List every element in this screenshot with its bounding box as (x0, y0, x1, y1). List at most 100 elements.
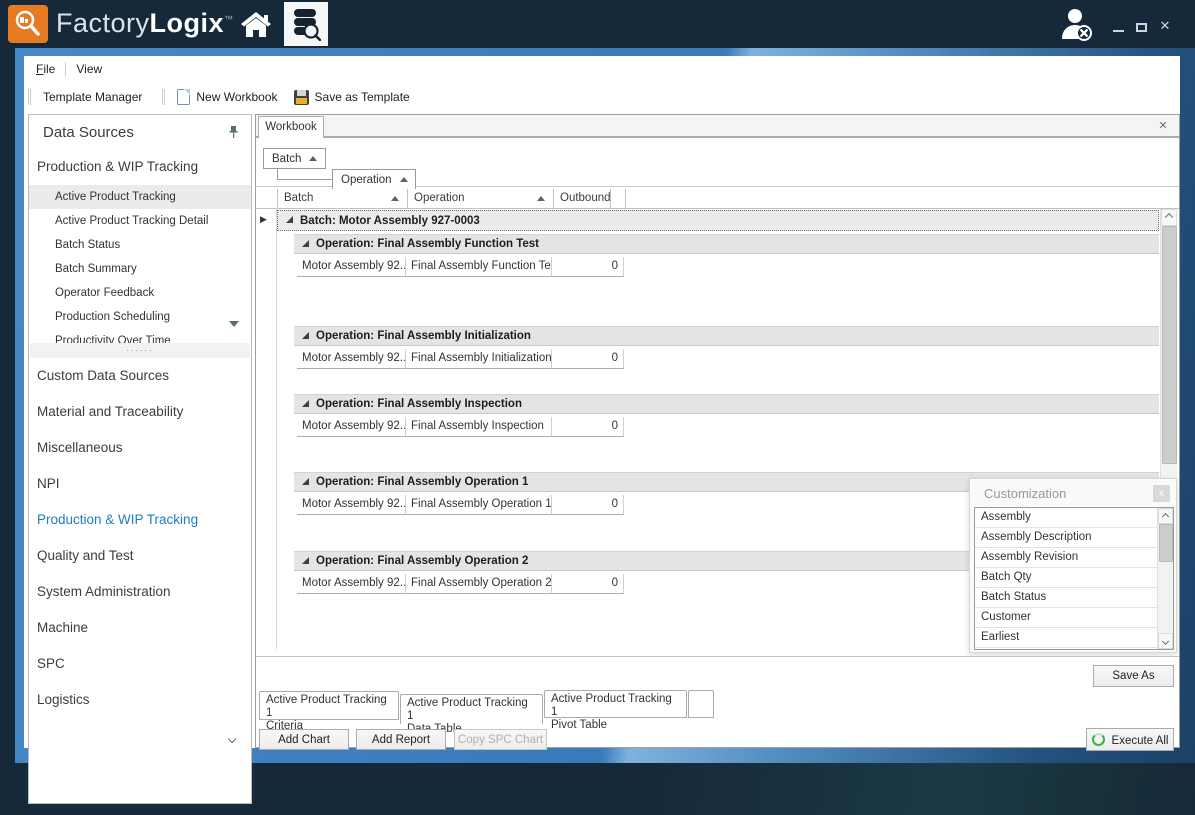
field-item-batch-qty[interactable]: Batch Qty (975, 568, 1157, 588)
cell-outbound[interactable]: 0 (552, 574, 624, 594)
cell-operation[interactable]: Final Assembly Initialization (406, 349, 552, 369)
brand-trademark: ™ (224, 14, 234, 24)
scroll-up-button[interactable] (1158, 508, 1173, 524)
operation-group-label: Operation: Final Assembly Inspection (316, 398, 522, 410)
sort-asc-icon (400, 177, 408, 182)
cell-outbound[interactable]: 0 (552, 417, 624, 437)
field-item-assembly-revision[interactable]: Assembly Revision (975, 548, 1157, 568)
customization-title: Customization (984, 486, 1066, 501)
operation-group-row[interactable]: Operation: Final Assembly Initialization (294, 326, 1159, 346)
column-header-row: Batch Operation Outbound (256, 189, 1179, 209)
cell-operation[interactable]: Final Assembly Operation 1 (406, 495, 552, 515)
tab-data-table[interactable]: Active Product Tracking 1 Data Table (400, 694, 543, 724)
minimize-button[interactable] (1113, 30, 1124, 32)
group-expanded-icon[interactable] (286, 216, 293, 223)
menu-view[interactable]: View (66, 57, 112, 81)
sidebar-item-batch-status[interactable]: Batch Status (29, 233, 251, 257)
sidebar-item-production-scheduling[interactable]: Production Scheduling (29, 305, 251, 329)
sidebar-section-logistics[interactable]: Logistics (37, 692, 90, 707)
scrollbar-thumb[interactable] (1162, 226, 1177, 464)
tab-stub[interactable] (688, 690, 714, 718)
sidebar-open-section-header[interactable]: Production & WIP Tracking (37, 159, 198, 174)
batch-group-row[interactable]: Batch: Motor Assembly 927-0003 (277, 210, 1159, 231)
sort-asc-icon (309, 156, 317, 161)
sidebar-section-production-wip-tracking[interactable]: Production & WIP Tracking (37, 512, 198, 527)
add-report-button[interactable]: Add Report (356, 729, 446, 750)
scrollbar-thumb[interactable] (1159, 524, 1173, 562)
cell-operation[interactable]: Final Assembly Function Test (406, 257, 552, 277)
sidebar-section-quality-and-test[interactable]: Quality and Test (37, 548, 134, 563)
operation-group-row[interactable]: Operation: Final Assembly Inspection (294, 394, 1159, 414)
group-box-operation[interactable]: Operation (332, 169, 416, 190)
column-header-batch[interactable]: Batch (278, 189, 408, 208)
close-button[interactable]: ✕ (1156, 18, 1174, 34)
column-header-batch-label: Batch (284, 189, 313, 208)
tab-workbook[interactable]: Workbook (258, 116, 324, 138)
workbook-tabstrip: Workbook ✕ (256, 115, 1179, 138)
sidebar-section-npi[interactable]: NPI (37, 476, 60, 491)
cell-batch[interactable]: Motor Assembly 92... (297, 417, 406, 437)
sidebar-splitter[interactable]: ...... (30, 343, 250, 358)
home-button[interactable] (238, 0, 274, 48)
workbook-pane: Workbook ✕ Batch Operation (255, 114, 1180, 748)
field-item-batch-status[interactable]: Batch Status (975, 588, 1157, 608)
add-chart-button[interactable]: Add Chart (259, 729, 349, 750)
field-item-assembly[interactable]: Assembly (975, 508, 1157, 528)
sidebar-section-miscellaneous[interactable]: Miscellaneous (37, 440, 123, 455)
menu-file[interactable]: File (26, 57, 65, 81)
copy-spc-chart-button[interactable]: Copy SPC Chart (454, 729, 547, 750)
sidebar-section-custom-data-sources[interactable]: Custom Data Sources (37, 368, 169, 383)
group-box-batch-label: Batch (272, 153, 301, 165)
group-box-operation-label: Operation (341, 174, 392, 186)
column-header-outbound-label: Outbound (560, 189, 611, 208)
scroll-up-button[interactable] (1161, 209, 1177, 226)
tab-pivot-table[interactable]: Active Product Tracking 1 Pivot Table (544, 690, 687, 718)
scroll-down-button[interactable] (1158, 633, 1173, 649)
cell-batch[interactable]: Motor Assembly 92... (297, 349, 406, 369)
sidebar-scroll-down-icon[interactable] (229, 729, 235, 747)
cell-outbound[interactable]: 0 (552, 349, 624, 369)
column-header-operation[interactable]: Operation (408, 189, 554, 208)
maximize-button[interactable] (1136, 23, 1147, 32)
cell-batch[interactable]: Motor Assembly 92... (297, 574, 406, 594)
data-explorer-button[interactable] (284, 2, 328, 46)
template-manager-button[interactable]: Template Manager (37, 90, 148, 104)
group-expanded-icon[interactable] (302, 557, 309, 564)
cell-outbound[interactable]: 0 (552, 495, 624, 515)
sidebar-item-active-product-tracking-detail[interactable]: Active Product Tracking Detail (29, 209, 251, 233)
group-expanded-icon[interactable] (302, 400, 309, 407)
logout-user-button[interactable] (1055, 0, 1099, 48)
customization-close-button[interactable]: x (1153, 485, 1170, 502)
tabstrip-close-icon[interactable]: ✕ (1155, 118, 1171, 134)
group-box-batch[interactable]: Batch (263, 148, 326, 169)
sidebar-item-batch-summary[interactable]: Batch Summary (29, 257, 251, 281)
sidebar-section-spc[interactable]: SPC (37, 656, 65, 671)
cell-operation[interactable]: Final Assembly Operation 2 (406, 574, 552, 594)
cell-batch[interactable]: Motor Assembly 92... (297, 257, 406, 277)
cell-operation[interactable]: Final Assembly Inspection (406, 417, 552, 437)
sidebar-section-system-administration[interactable]: System Administration (37, 584, 171, 599)
pin-icon[interactable] (227, 125, 240, 139)
customization-scrollbar[interactable] (1157, 508, 1173, 649)
brand-logix: Logix (150, 8, 225, 38)
field-item-earliest[interactable]: Earliest (975, 628, 1157, 648)
save-as-button[interactable]: Save As (1093, 665, 1174, 687)
group-expanded-icon[interactable] (302, 478, 309, 485)
group-expanded-icon[interactable] (302, 332, 309, 339)
group-expanded-icon[interactable] (302, 240, 309, 247)
column-header-operation-label: Operation (414, 189, 465, 208)
field-item-customer[interactable]: Customer (975, 608, 1157, 628)
cell-batch[interactable]: Motor Assembly 92... (297, 495, 406, 515)
sidebar-section-machine[interactable]: Machine (37, 620, 88, 635)
tab-criteria[interactable]: Active Product Tracking 1 Criteria (259, 691, 399, 720)
new-workbook-button[interactable]: New Workbook (190, 90, 283, 104)
operation-group-row[interactable]: Operation: Final Assembly Function Test (294, 234, 1159, 254)
sidebar-item-operator-feedback[interactable]: Operator Feedback (29, 281, 251, 305)
cell-outbound[interactable]: 0 (552, 257, 624, 277)
save-as-template-button[interactable]: Save as Template (309, 90, 416, 104)
field-item-assembly-description[interactable]: Assembly Description (975, 528, 1157, 548)
column-header-outbound[interactable]: Outbound (554, 189, 611, 208)
sidebar-section-material-and-traceability[interactable]: Material and Traceability (37, 404, 183, 419)
execute-all-button[interactable]: Execute All (1086, 728, 1174, 751)
sidebar-item-active-product-tracking[interactable]: Active Product Tracking (29, 185, 251, 209)
